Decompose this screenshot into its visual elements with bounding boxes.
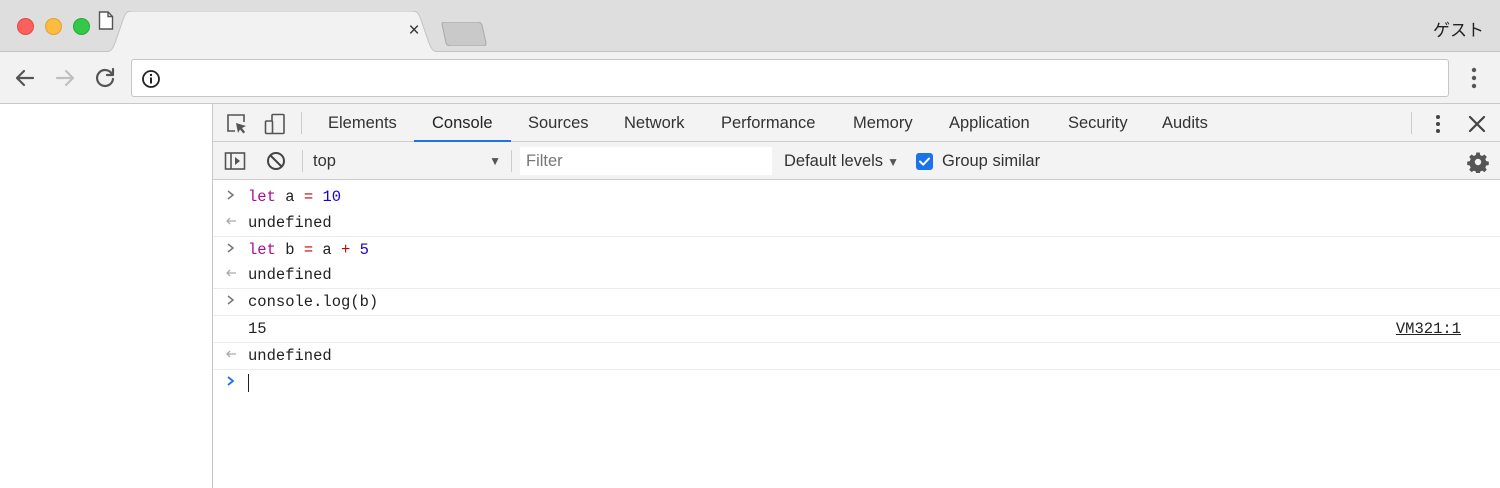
code-identifier: a xyxy=(275,188,304,206)
return-arrow-icon xyxy=(226,217,236,225)
tab-network[interactable]: Network xyxy=(622,104,687,142)
code-operator: = xyxy=(303,188,314,206)
console-output[interactable]: let a = 10 undefined let b = a + 5 undef… xyxy=(213,180,1500,488)
blank-page-icon xyxy=(98,11,114,30)
source-link[interactable]: VM321:1 xyxy=(1396,320,1461,338)
chevron-right-icon xyxy=(227,243,235,253)
devtools-tab-bar: Elements Console Sources Network Perform… xyxy=(213,104,1500,142)
menu-dots-icon[interactable] xyxy=(1462,64,1486,92)
tab-sources[interactable]: Sources xyxy=(526,104,591,142)
code-text: console.log(b) xyxy=(248,293,379,311)
code-keyword: let xyxy=(248,188,276,206)
group-similar-label[interactable]: Group similar xyxy=(942,142,1040,180)
tab-performance[interactable]: Performance xyxy=(719,104,817,142)
browser-toolbar xyxy=(0,52,1500,104)
console-input-line: let a = 10 xyxy=(213,184,1500,210)
close-window-button[interactable] xyxy=(17,18,34,35)
console-result-line: undefined xyxy=(213,342,1500,368)
minimize-window-button[interactable] xyxy=(45,18,62,35)
url-input[interactable] xyxy=(172,64,1432,92)
toolbar-divider xyxy=(1411,112,1412,134)
return-arrow-icon xyxy=(226,350,236,358)
browser-tab-active[interactable]: × xyxy=(98,11,446,53)
result-value: undefined xyxy=(248,266,332,284)
address-bar[interactable] xyxy=(131,59,1449,97)
zoom-window-button[interactable] xyxy=(73,18,90,35)
tab-audits[interactable]: Audits xyxy=(1160,104,1210,142)
context-selector[interactable]: top ▼ xyxy=(313,142,503,180)
result-value: undefined xyxy=(248,214,332,232)
chevron-right-icon xyxy=(227,376,235,386)
log-value: 15 xyxy=(248,320,267,338)
chevron-right-icon xyxy=(227,190,235,200)
title-bar: × ゲスト xyxy=(0,0,1500,53)
result-value: undefined xyxy=(248,347,332,365)
inspect-element-icon[interactable] xyxy=(226,113,248,135)
console-log-line: 15 VM321:1 xyxy=(213,315,1500,341)
tab-application[interactable]: Application xyxy=(947,104,1032,142)
clear-console-icon[interactable] xyxy=(265,150,287,172)
forward-arrow-icon[interactable] xyxy=(51,64,79,92)
console-result-line: undefined xyxy=(213,210,1500,236)
console-result-line: undefined xyxy=(213,262,1500,288)
console-prompt[interactable] xyxy=(213,369,1500,395)
chevron-right-icon xyxy=(227,295,235,305)
code-number: 10 xyxy=(322,188,342,206)
dropdown-arrow-icon: ▼ xyxy=(489,154,501,168)
tab-security[interactable]: Security xyxy=(1066,104,1130,142)
info-icon[interactable] xyxy=(141,69,161,89)
console-filter-input[interactable] xyxy=(520,147,772,175)
device-toolbar-icon[interactable] xyxy=(264,113,286,135)
tab-memory[interactable]: Memory xyxy=(851,104,915,142)
tab-close-button[interactable]: × xyxy=(403,20,425,42)
group-similar-checkbox[interactable] xyxy=(916,153,933,170)
toolbar-divider xyxy=(302,150,303,172)
sidebar-toggle-icon[interactable] xyxy=(224,150,246,172)
close-devtools-icon[interactable] xyxy=(1466,113,1488,135)
tab-elements[interactable]: Elements xyxy=(326,104,399,142)
toolbar-divider xyxy=(301,112,302,134)
console-input-line: let b = a + 5 xyxy=(213,236,1500,262)
back-arrow-icon[interactable] xyxy=(11,64,39,92)
log-levels-label: Default levels xyxy=(784,152,884,170)
code-identifier: a xyxy=(313,241,342,259)
text-caret xyxy=(248,374,249,392)
code-identifier: b xyxy=(275,241,304,259)
context-selector-value: top xyxy=(313,152,336,170)
console-toolbar: top ▼ Default levels▼ Group similar xyxy=(213,142,1500,180)
reload-icon[interactable] xyxy=(91,64,119,92)
dropdown-arrow-icon: ▼ xyxy=(887,155,899,169)
page-viewport[interactable] xyxy=(0,104,212,488)
code-keyword: let xyxy=(248,241,276,259)
toolbar-divider xyxy=(511,150,512,172)
new-tab-button[interactable] xyxy=(440,21,488,47)
profile-label[interactable]: ゲスト xyxy=(1433,16,1484,41)
gear-icon[interactable] xyxy=(1467,151,1489,173)
log-levels-dropdown[interactable]: Default levels ▼ xyxy=(784,142,899,180)
code-number: 5 xyxy=(359,241,369,259)
tab-console[interactable]: Console xyxy=(414,104,510,142)
return-arrow-icon xyxy=(226,269,236,277)
code-operator: = xyxy=(303,241,314,259)
devtools-menu-icon[interactable] xyxy=(1427,113,1449,135)
code-operator: + xyxy=(341,241,351,259)
console-input-line: console.log(b) xyxy=(213,288,1500,314)
devtools-panel: Elements Console Sources Network Perform… xyxy=(212,104,1500,488)
